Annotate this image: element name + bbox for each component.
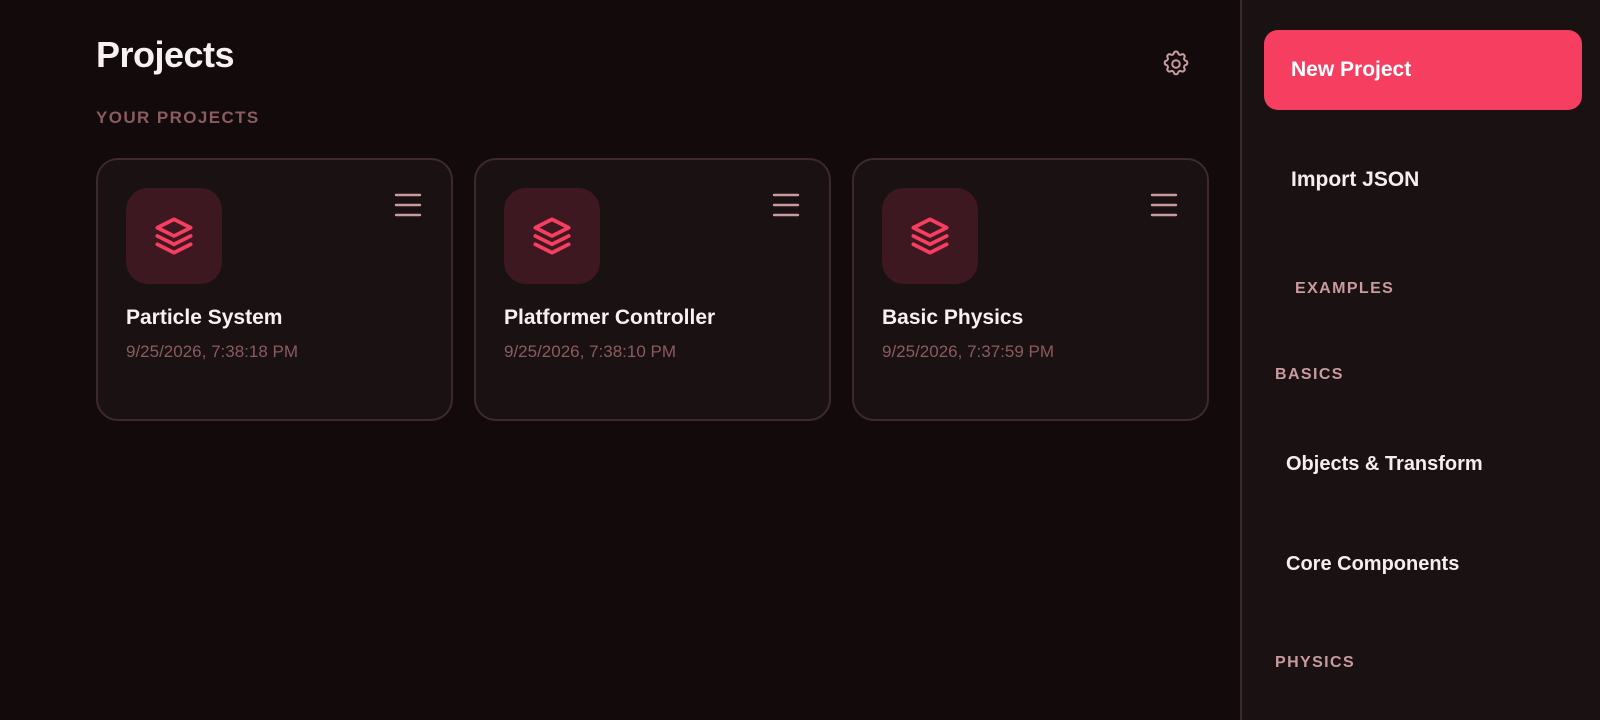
hamburger-menu-icon <box>1150 193 1178 217</box>
project-date: 9/25/2026, 7:38:18 PM <box>126 342 299 361</box>
project-date: 9/25/2026, 7:38:10 PM <box>504 342 677 361</box>
hamburger-menu-icon <box>394 193 422 217</box>
project-icon-tile <box>126 188 222 284</box>
project-cards: Particle System 9/25/2026, 7:38:18 PM Pl… <box>96 158 1209 421</box>
project-card[interactable]: Platformer Controller 9/25/2026, 7:38:10… <box>474 158 831 421</box>
app-root: Projects YOUR PROJECTS Particle System 9… <box>0 0 1600 720</box>
layers-icon <box>533 217 571 255</box>
examples-label: EXAMPLES <box>1295 280 1395 297</box>
layers-icon <box>911 217 949 255</box>
project-menu-button[interactable] <box>393 190 423 220</box>
import-json-button[interactable]: Import JSON <box>1264 150 1582 210</box>
section-label-your-projects: YOUR PROJECTS <box>96 108 260 127</box>
example-item-core-components[interactable]: Core Components <box>1264 536 1582 592</box>
main-area: Projects YOUR PROJECTS Particle System 9… <box>0 0 1240 720</box>
project-card[interactable]: Particle System 9/25/2026, 7:38:18 PM <box>96 158 453 421</box>
project-name: Particle System <box>126 306 283 329</box>
project-menu-button[interactable] <box>1149 190 1179 220</box>
project-card[interactable]: Basic Physics 9/25/2026, 7:37:59 PM <box>852 158 1209 421</box>
hamburger-menu-icon <box>772 193 800 217</box>
new-project-button[interactable]: New Project <box>1264 30 1582 110</box>
project-menu-button[interactable] <box>771 190 801 220</box>
project-icon-tile <box>504 188 600 284</box>
page-title: Projects <box>96 34 235 75</box>
physics-category-label: PHYSICS <box>1275 654 1356 671</box>
project-date: 9/25/2026, 7:37:59 PM <box>882 342 1055 361</box>
gear-icon <box>1163 50 1189 76</box>
project-name: Platformer Controller <box>504 306 716 329</box>
settings-button[interactable] <box>1158 46 1194 82</box>
project-icon-tile <box>882 188 978 284</box>
basics-category-label: BASICS <box>1275 366 1344 383</box>
example-item-objects-transform[interactable]: Objects & Transform <box>1264 436 1582 492</box>
layers-icon <box>155 217 193 255</box>
project-name: Basic Physics <box>882 306 1024 329</box>
sidebar: New Project Import JSON EXAMPLES BASICS … <box>1240 0 1600 720</box>
